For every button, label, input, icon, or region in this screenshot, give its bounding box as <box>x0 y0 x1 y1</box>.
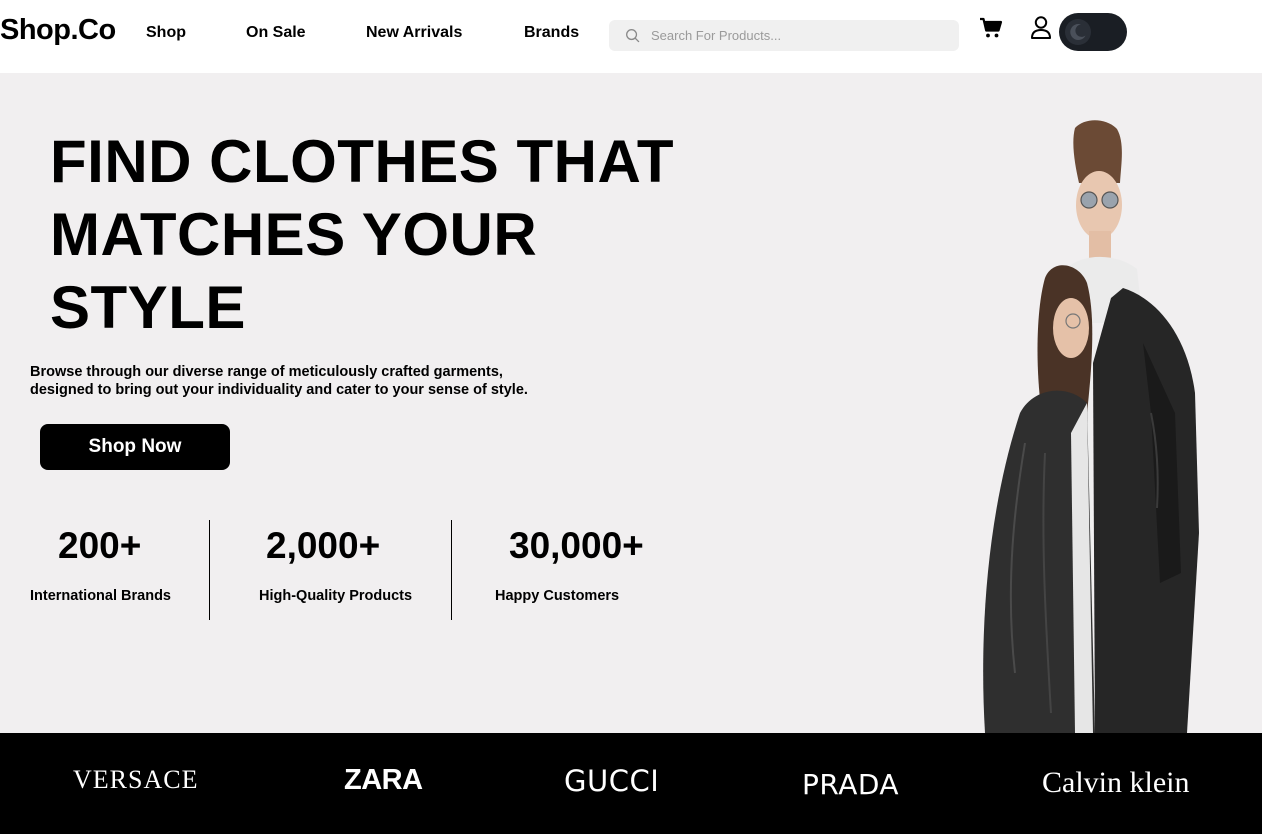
shop-now-button[interactable]: Shop Now <box>40 424 230 470</box>
hero-section: FIND CLOTHES THAT MATCHES YOUR STYLE Bro… <box>0 73 1262 733</box>
brand-logo-versace: VERSACE <box>73 765 199 794</box>
brands-bar: VERSACE ZARA GUCCI PRADA Calvin klein <box>0 733 1262 834</box>
stat-customers-value: 30,000+ <box>509 525 644 566</box>
moon-icon <box>1070 24 1086 41</box>
brand-logo-zara: ZARA <box>344 764 423 796</box>
brand-logo-gucci: GUCCI <box>564 764 660 798</box>
nav-new-arrivals[interactable]: New Arrivals <box>366 24 462 42</box>
search-input[interactable] <box>651 20 951 51</box>
user-icon[interactable] <box>1029 15 1053 41</box>
theme-toggle[interactable] <box>1059 13 1127 51</box>
stat-divider <box>209 520 210 620</box>
cart-icon[interactable] <box>979 16 1003 40</box>
nav-shop[interactable]: Shop <box>146 24 186 42</box>
hero-title-line: MATCHES YOUR <box>50 201 538 268</box>
nav-on-sale[interactable]: On Sale <box>246 24 306 42</box>
stat-brands-value: 200+ <box>58 525 142 566</box>
hero-models-image <box>983 120 1199 733</box>
search-icon <box>626 29 640 43</box>
stat-brands-label: International Brands <box>30 588 171 604</box>
top-navbar: Shop.Co Shop On Sale New Arrivals Brands <box>0 0 1262 73</box>
stat-products-value: 2,000+ <box>266 525 381 566</box>
hero-subtitle: Browse through our diverse range of meti… <box>30 363 570 399</box>
brand-logo-prada: PRADA <box>802 768 900 801</box>
hero-subtitle-line: Browse through our diverse range of meti… <box>30 364 503 380</box>
hero-subtitle-line: designed to bring out your individuality… <box>30 382 528 398</box>
stat-customers-label: Happy Customers <box>495 588 620 604</box>
hero-title-line: STYLE <box>50 274 246 341</box>
nav-brands[interactable]: Brands <box>524 24 579 42</box>
stat-divider <box>451 520 452 620</box>
stat-products-label: High-Quality Products <box>259 588 413 604</box>
hero-title: FIND CLOTHES THAT MATCHES YOUR STYLE <box>50 125 690 344</box>
brand-logo-calvin-klein: Calvin klein <box>1042 766 1190 799</box>
site-logo[interactable]: Shop.Co <box>0 14 116 47</box>
hero-title-line: FIND CLOTHES THAT <box>50 128 674 195</box>
search-bar[interactable] <box>609 20 959 51</box>
